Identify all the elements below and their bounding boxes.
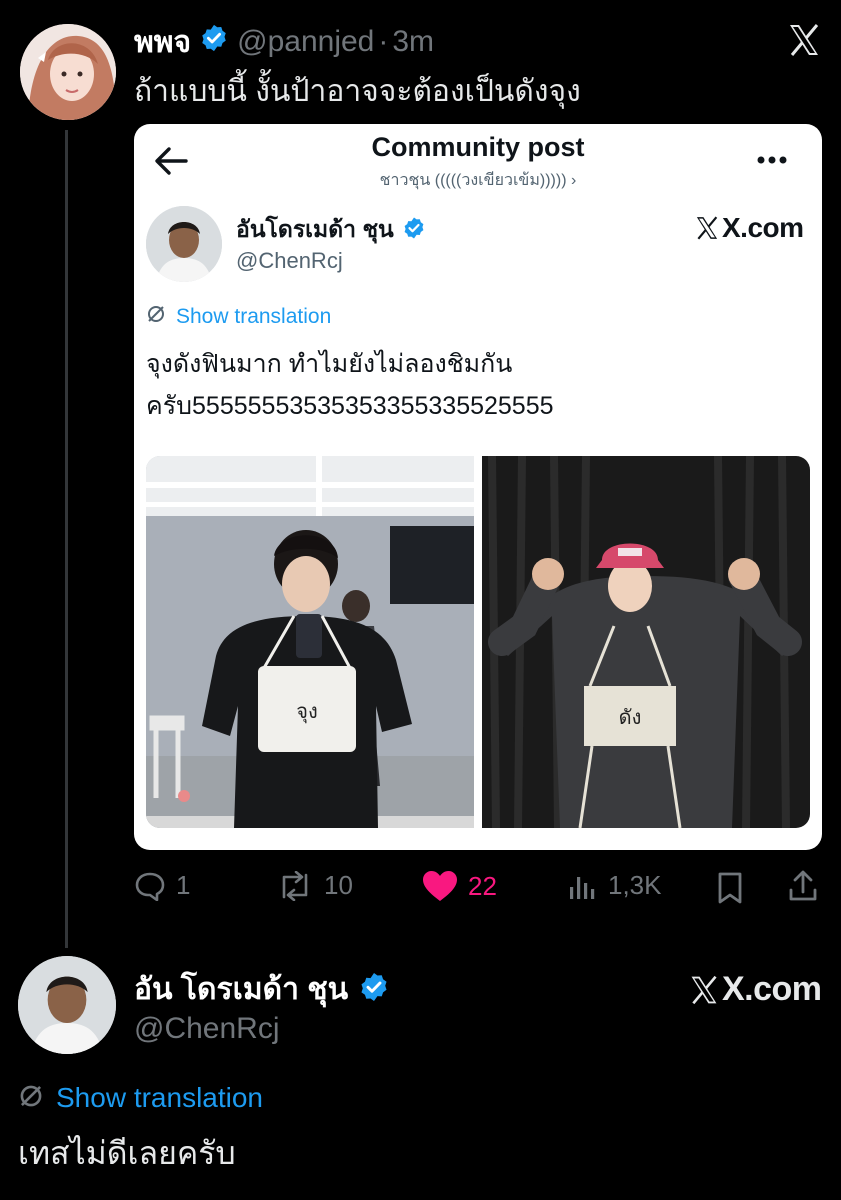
thread-line <box>65 130 68 948</box>
more-options-icon[interactable] <box>756 152 788 170</box>
repost-icon <box>282 870 308 901</box>
reply-avatar[interactable] <box>18 956 116 1054</box>
tweet-header: พพจ @pannjed · 3m <box>134 22 434 62</box>
reply-header: อัน โดรเมด้า ชุน <box>134 966 390 1013</box>
views-count: 1,3K <box>608 870 662 900</box>
repost-button[interactable]: 10 <box>276 870 353 901</box>
brand-text: X.com <box>722 212 804 243</box>
reply-brand-logo: X.com <box>688 970 822 1009</box>
display-name[interactable]: พพจ <box>134 19 191 66</box>
avatar[interactable] <box>20 24 116 120</box>
post-text-line2: ครับ55555553535353355335525555 <box>146 392 554 420</box>
reply-count: 1 <box>176 870 191 900</box>
views-icon <box>570 876 595 899</box>
translate-icon <box>18 1083 44 1114</box>
show-translation-link[interactable]: Show translation <box>176 305 331 329</box>
apron-label-left: จุง <box>296 699 317 724</box>
tweet-text: ถ้าแบบนี้ งั้นป้าอาจจะต้องเป็นดังจุง <box>134 75 581 108</box>
brand-logo: X.com <box>694 212 804 244</box>
reply-button[interactable]: 1 <box>134 870 190 901</box>
verified-badge-icon <box>199 23 229 61</box>
reply-translate-row[interactable]: Show translation <box>18 1082 263 1114</box>
author-name[interactable]: อันโดรเมด้า ชุน <box>236 212 394 248</box>
author-handle[interactable]: @ChenRcj <box>236 248 343 274</box>
card-header-title: Community post <box>371 132 585 162</box>
translate-icon <box>146 304 166 329</box>
reply-show-translation-link[interactable]: Show translation <box>56 1082 263 1114</box>
reply-handle[interactable]: @ChenRcj <box>134 1012 280 1046</box>
x-logo-icon <box>691 975 717 1004</box>
x-logo-icon <box>696 216 718 240</box>
reply-display-name[interactable]: อัน โดรเมด้า ชุน <box>134 966 348 1013</box>
quoted-card[interactable]: Community post ชาวชุน (((((วงเขียวเข้ม))… <box>134 124 822 850</box>
share-icon[interactable] <box>788 870 818 907</box>
author-name-row: อันโดรเมด้า ชุน <box>236 212 426 248</box>
author-avatar[interactable] <box>146 206 222 282</box>
bookmark-icon[interactable] <box>716 872 744 909</box>
separator: · <box>378 25 389 58</box>
reply-text: เทสไม่ดีเลยครับ <box>18 1135 236 1171</box>
heart-icon <box>423 871 457 901</box>
views-button[interactable]: 1,3K <box>568 870 662 901</box>
verified-badge-icon <box>358 971 390 1008</box>
handle[interactable]: @pannjed <box>237 25 374 59</box>
reply-brand-text: X.com <box>722 970 822 1008</box>
post-text-line1: จุงดังฟินมาก ทำไมยังไม่ลองชิมกัน <box>146 350 513 378</box>
translate-row[interactable]: Show translation <box>146 304 331 329</box>
community-name[interactable]: ชาวชุน (((((วงเขียวเข้ม))))) › <box>134 168 822 193</box>
like-button[interactable]: 22 <box>422 870 497 902</box>
post-photo-left[interactable]: จุง <box>146 456 474 828</box>
repost-count: 10 <box>324 870 353 900</box>
like-count: 22 <box>468 870 497 901</box>
verified-badge-icon <box>402 216 426 245</box>
timestamp[interactable]: 3m <box>392 25 434 59</box>
post-photo-right[interactable]: ดัง <box>482 456 810 828</box>
apron-label-right: ดัง <box>619 705 642 729</box>
close-icon[interactable] <box>786 22 822 58</box>
reply-icon <box>135 872 165 901</box>
